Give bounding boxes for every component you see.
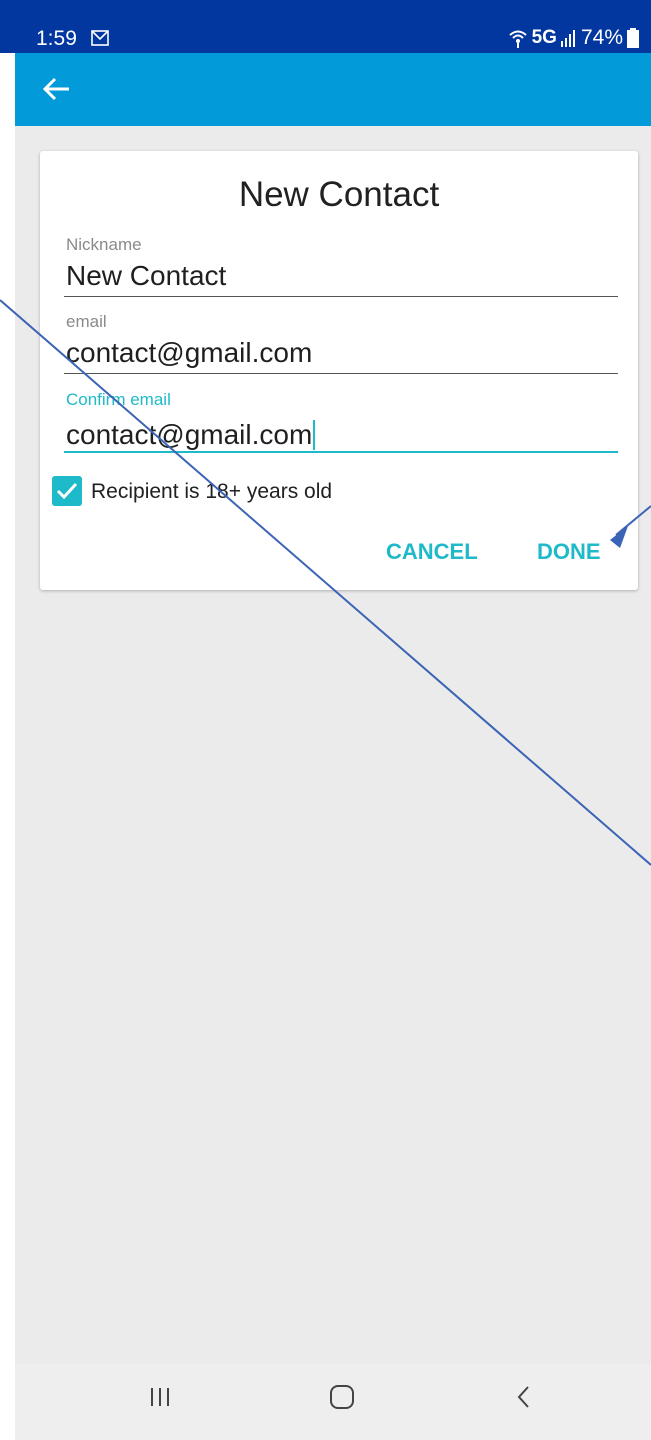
dialog-title: New Contact	[238, 175, 440, 214]
app-screen: New Contact Nickname email Confirm email…	[15, 53, 651, 1440]
back-icon[interactable]	[509, 1382, 539, 1412]
mail-icon	[91, 30, 109, 46]
signal-icon	[560, 30, 575, 47]
cancel-button[interactable]: CANCEL	[386, 539, 478, 565]
wifi-calling-icon	[508, 30, 527, 48]
system-nav-bar	[15, 1364, 651, 1440]
battery-icon	[627, 28, 639, 48]
arrow-left-icon[interactable]	[37, 71, 77, 107]
confirm-email-value: contact@gmail.com	[66, 419, 316, 451]
email-input[interactable]	[64, 333, 618, 374]
done-button[interactable]: DONE	[537, 539, 601, 565]
new-contact-dialog: New Contact Nickname email Confirm email…	[40, 151, 638, 590]
age-checkbox[interactable]	[52, 476, 82, 506]
recent-apps-icon[interactable]	[145, 1382, 175, 1412]
nickname-input[interactable]	[64, 256, 618, 297]
battery-percent: 74%	[580, 26, 623, 49]
confirm-email-text: contact@gmail.com	[66, 419, 313, 450]
network-type: 5G	[531, 27, 557, 48]
email-label: email	[66, 312, 107, 331]
status-indicators: 5G 74%	[508, 26, 639, 50]
age-checkbox-label[interactable]: Recipient is 18+ years old	[91, 480, 332, 504]
confirm-email-label: Confirm email	[66, 390, 171, 409]
text-cursor	[313, 420, 316, 450]
app-bar	[15, 53, 651, 126]
checkmark-icon	[56, 482, 78, 500]
nickname-label: Nickname	[66, 235, 142, 254]
home-icon[interactable]	[327, 1382, 357, 1412]
status-bar: 1:59 5G 74%	[0, 0, 651, 53]
status-time: 1:59	[36, 27, 77, 50]
